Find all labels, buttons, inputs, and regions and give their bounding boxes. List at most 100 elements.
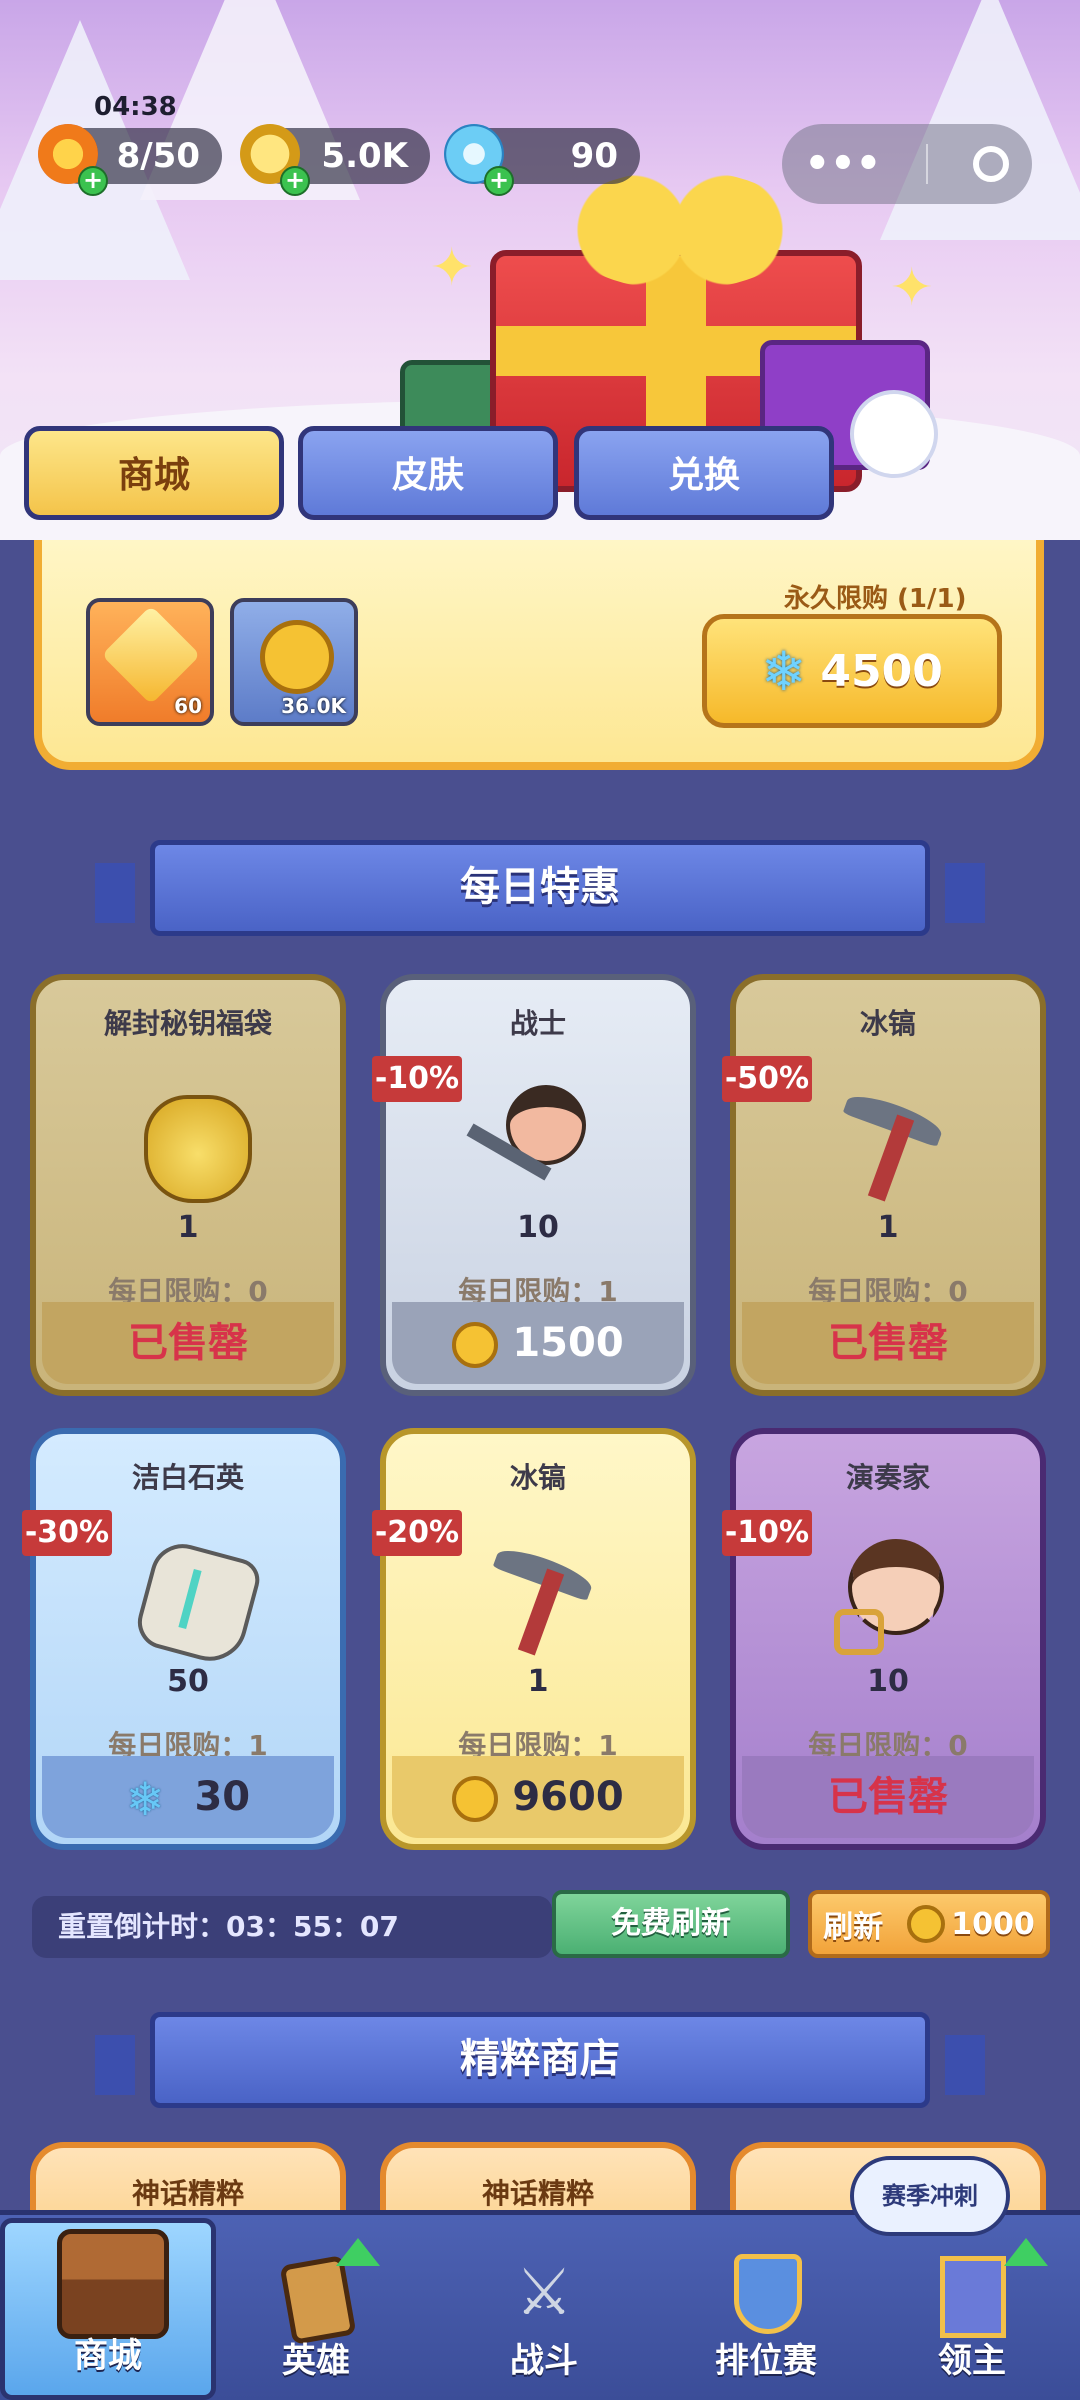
daily-item-card[interactable]: 洁白石英 -30% 50 每日限购：1 ❄ 30	[22, 1428, 346, 1850]
purchase-limit-label: 永久限购 (1/1)	[784, 584, 967, 614]
price-button[interactable]: ❄ 30	[42, 1756, 334, 1838]
refresh-cost: 1000	[951, 1906, 1035, 1942]
daily-item-card[interactable]: 冰镐 -50% 1 每日限购：0 已售罄	[722, 974, 1046, 1396]
item-quantity: 10	[867, 1664, 909, 1699]
paid-refresh-button[interactable]: 刷新 1000	[808, 1890, 1050, 1958]
close-target-icon[interactable]	[973, 146, 1010, 182]
discount-badge: -30%	[22, 1510, 112, 1556]
crystal-value: 90	[570, 136, 618, 176]
capsule-divider	[926, 144, 929, 184]
crystal-counter[interactable]: + 90	[444, 124, 640, 196]
item-name: 神话精粹	[131, 2177, 244, 2210]
shield-badge-icon	[716, 2248, 816, 2338]
offer-item-gold-crystal[interactable]: 60	[86, 598, 214, 726]
item-quantity: 1	[177, 1210, 199, 1245]
nav-label: 战斗	[510, 2341, 578, 2381]
tab-exchange[interactable]: 兑换	[574, 426, 834, 520]
daily-item-card[interactable]: 解封秘钥福袋 1 每日限购：0 已售罄	[30, 974, 346, 1396]
coin-icon	[452, 1322, 499, 1368]
sold-out-label: 已售罄	[742, 1302, 1034, 1384]
ribbon-tail	[95, 863, 135, 923]
offer-price: 4500	[820, 645, 943, 697]
add-icon[interactable]: +	[484, 166, 514, 196]
item-name: 神话精粹	[481, 2177, 594, 2210]
nav-battle[interactable]: ⚔ 战斗	[436, 2218, 652, 2400]
musician-icon	[834, 1529, 954, 1659]
item-quantity: 1	[877, 1210, 899, 1245]
nav-label: 排位赛	[715, 2341, 817, 2381]
discount-badge: -10%	[372, 1056, 462, 1102]
daily-item-card[interactable]: 冰镐 -20% 1 每日限购：1 9600	[372, 1428, 696, 1850]
essence-shop-title: 精粹商店	[460, 2036, 620, 2082]
item-price: 30	[194, 1774, 251, 1820]
item-name: 解封秘钥福袋	[103, 1007, 272, 1040]
reset-countdown: 重置倒计时：03：55：07	[32, 1896, 552, 1958]
daily-item-card[interactable]: 演奏家 -10% 10 每日限购：0 已售罄	[722, 1428, 1046, 1850]
ribbon-tail	[945, 2035, 985, 2095]
snowy-tree-decoration	[880, 0, 1080, 240]
upgrade-arrow-icon	[336, 2238, 380, 2266]
item-count: 36.0K	[281, 694, 346, 718]
discount-badge: -50%	[722, 1056, 812, 1102]
item-price: 9600	[512, 1774, 624, 1820]
mini-program-capsule: •••	[782, 124, 1032, 204]
ribbon-tail	[945, 863, 985, 923]
energy-counter[interactable]: + 8/50	[38, 124, 222, 196]
item-name: 冰镐	[859, 1007, 916, 1040]
buy-permanent-offer-button[interactable]: ❄ 4500	[702, 614, 1002, 728]
item-name: 战士	[509, 1007, 566, 1040]
nav-ranked[interactable]: 排位赛	[658, 2218, 874, 2400]
discount-badge: -20%	[372, 1510, 462, 1556]
refresh-label: 刷新	[823, 1910, 884, 1945]
item-quantity: 1	[527, 1664, 549, 1699]
gift-bow-decoration	[560, 170, 800, 290]
energy-value: 8/50	[116, 136, 200, 176]
pickaxe-icon	[484, 1529, 604, 1659]
upgrade-arrow-icon	[1004, 2238, 1048, 2266]
item-name: 洁白石英	[131, 1461, 244, 1494]
crystal-icon: ❄	[761, 639, 807, 703]
snowman-decoration	[850, 390, 938, 478]
warrior-icon	[466, 1075, 604, 1205]
add-icon[interactable]: +	[78, 166, 108, 196]
item-name: 演奏家	[845, 1461, 930, 1494]
free-refresh-button[interactable]: 免费刷新	[552, 1890, 790, 1958]
crystal-icon: ❄	[125, 1772, 165, 1826]
season-sprint-bubble[interactable]: 赛季冲刺	[850, 2156, 1010, 2236]
daily-deals-title: 每日特惠	[460, 864, 620, 910]
price-button[interactable]: 9600	[392, 1756, 684, 1838]
sparkle-icon: ✦	[890, 258, 934, 318]
tab-skins[interactable]: 皮肤	[298, 426, 558, 520]
lucky-bag-icon	[134, 1075, 254, 1205]
coin-value: 5.0K	[321, 136, 408, 176]
coin-icon	[452, 1776, 499, 1822]
sold-out-label: 已售罄	[742, 1756, 1034, 1838]
tab-shop[interactable]: 商城	[24, 426, 284, 520]
nav-shop[interactable]: 商城	[0, 2218, 216, 2400]
sparkle-icon: ✦	[430, 238, 474, 298]
item-price: 1500	[512, 1320, 624, 1366]
offer-item-coin[interactable]: 36.0K	[230, 598, 358, 726]
discount-badge: -10%	[722, 1510, 812, 1556]
pickaxe-icon	[834, 1075, 954, 1205]
clock-time: 04:38	[94, 92, 177, 122]
coin-icon	[907, 1905, 946, 1943]
crossed-swords-icon: ⚔	[515, 2256, 573, 2330]
more-options-icon[interactable]: •••	[805, 141, 882, 187]
add-icon[interactable]: +	[280, 166, 310, 196]
ribbon-tail	[95, 2035, 135, 2095]
item-quantity: 50	[167, 1664, 209, 1699]
daily-item-card[interactable]: 战士 -10% 10 每日限购：1 1500	[372, 974, 696, 1396]
coin-counter[interactable]: + 5.0K	[240, 124, 430, 196]
sold-out-label: 已售罄	[42, 1302, 334, 1384]
item-quantity: 10	[517, 1210, 559, 1245]
nav-lord[interactable]: 领主	[864, 2218, 1080, 2400]
nav-label: 领主	[938, 2341, 1006, 2381]
nav-heroes[interactable]: 英雄	[208, 2218, 424, 2400]
item-name: 冰镐	[509, 1461, 566, 1494]
nav-label: 英雄	[282, 2341, 350, 2381]
section-title-essence-shop: 精粹商店	[95, 2012, 985, 2108]
price-button[interactable]: 1500	[392, 1302, 684, 1384]
coin-icon	[260, 620, 334, 694]
gold-crystal-icon	[101, 605, 201, 705]
